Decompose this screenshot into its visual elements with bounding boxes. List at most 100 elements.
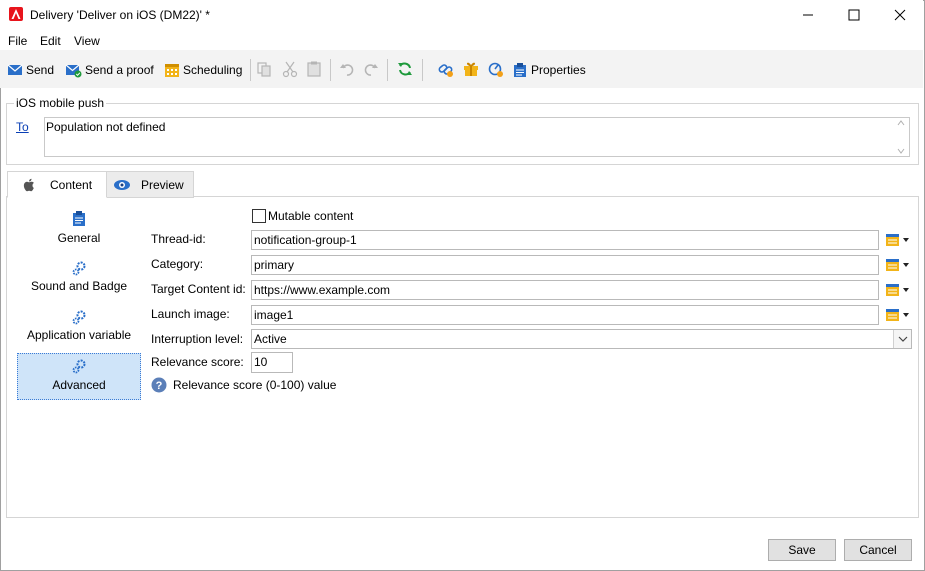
toolbar-separator — [330, 59, 331, 81]
nav-item-sound-and-badge[interactable]: Sound and Badge — [17, 260, 141, 300]
undo-button[interactable] — [338, 60, 356, 78]
apple-icon — [23, 178, 34, 191]
launch-image-field[interactable]: image1 — [251, 305, 879, 325]
nav-item-general-label: General — [57, 231, 101, 245]
recipients-group-title: iOS mobile push — [14, 96, 107, 110]
send-button[interactable]: Send — [7, 61, 54, 79]
gift-icon — [464, 62, 478, 76]
redo-icon — [364, 64, 378, 76]
launch-image-label: Launch image: — [151, 307, 230, 321]
app-logo-icon — [9, 7, 23, 21]
thread-id-field[interactable]: notification-group-1 — [251, 230, 879, 250]
personalize-icon — [886, 234, 909, 246]
redo-button[interactable] — [362, 60, 380, 78]
properties-label: Properties — [531, 63, 586, 77]
nav-item-advanced[interactable]: Advanced — [17, 353, 141, 400]
menu-edit[interactable]: Edit — [40, 34, 61, 48]
nav-item-advanced-label: Advanced — [52, 378, 106, 392]
cut-button[interactable] — [281, 60, 299, 78]
eye-icon — [114, 179, 130, 190]
scroll-down-icon — [897, 148, 905, 154]
category-field[interactable]: primary — [251, 255, 879, 275]
menu-bar: File Edit View — [0, 30, 923, 50]
scheduling-button[interactable]: Scheduling — [164, 61, 242, 79]
interruption-level-label: Interruption level: — [151, 332, 244, 346]
window-title: Delivery 'Deliver on iOS (DM22)' * — [30, 8, 210, 22]
send-proof-label: Send a proof — [85, 63, 154, 77]
nav-item-general[interactable]: General — [17, 210, 141, 250]
thread-id-label: Thread-id: — [151, 232, 206, 246]
maximize-button[interactable] — [831, 0, 877, 30]
paste-icon — [307, 61, 321, 77]
clipboard-icon — [514, 63, 526, 77]
close-icon — [894, 9, 906, 21]
interruption-level-value: Active — [254, 332, 287, 346]
gears-icon — [72, 310, 86, 325]
menu-file[interactable]: File — [8, 34, 27, 48]
svg-text:?: ? — [156, 380, 163, 392]
link-icon — [438, 64, 453, 77]
tab-preview-label: Preview — [141, 177, 184, 192]
recipients-scrollbar[interactable] — [893, 118, 909, 156]
tracking-button[interactable] — [487, 60, 505, 78]
tracking-icon — [488, 62, 503, 77]
copy-button[interactable] — [256, 60, 274, 78]
nav-item-application-label: Application variable — [26, 328, 132, 342]
personalize-icon — [886, 309, 909, 321]
to-link[interactable]: To — [16, 120, 29, 134]
minimize-icon — [803, 14, 813, 16]
toolbar-separator — [250, 59, 251, 81]
target-content-id-field[interactable]: https://www.example.com — [251, 280, 879, 300]
target-content-personalize-button[interactable] — [885, 282, 911, 298]
recipients-textbox[interactable] — [44, 117, 910, 157]
undo-icon — [340, 64, 354, 76]
chevron-down-icon — [898, 336, 907, 342]
target-content-id-label: Target Content id: — [151, 282, 246, 296]
toolbar-separator — [387, 59, 388, 81]
select-dropdown-button[interactable] — [893, 330, 911, 348]
scheduling-label: Scheduling — [183, 63, 243, 77]
clipboard-icon — [73, 211, 85, 226]
properties-button[interactable]: Properties — [512, 61, 586, 79]
tab-content-label: Content — [50, 177, 93, 192]
menu-view[interactable]: View — [74, 34, 100, 48]
send-label: Send — [26, 63, 55, 77]
personalize-icon — [886, 259, 909, 271]
link-button[interactable] — [437, 60, 455, 78]
refresh-button[interactable] — [396, 60, 414, 78]
recipients-value: Population not defined — [46, 120, 166, 134]
gift-button[interactable] — [462, 60, 480, 78]
save-button[interactable]: Save — [768, 539, 836, 561]
help-icon: ? — [151, 377, 167, 393]
send-proof-button[interactable]: Send a proof — [65, 61, 154, 79]
category-label: Category: — [151, 257, 204, 271]
copy-icon — [257, 62, 271, 77]
thread-id-personalize-button[interactable] — [885, 232, 911, 248]
scissors-icon — [282, 61, 298, 78]
mutable-content-label: Mutable content — [268, 209, 354, 223]
toolbar-separator — [422, 59, 423, 81]
proof-envelope-icon — [65, 64, 82, 77]
gears-icon — [72, 359, 86, 374]
relevance-score-label: Relevance score: — [151, 355, 244, 369]
calendar-icon — [165, 64, 179, 77]
nav-item-application-variable[interactable]: Application variable — [17, 309, 141, 349]
tab-preview[interactable]: Preview — [105, 171, 194, 198]
relevance-score-field[interactable]: 10 — [251, 352, 293, 373]
minimize-button[interactable] — [785, 0, 831, 30]
maximize-icon — [848, 9, 860, 21]
mutable-content-checkbox[interactable] — [252, 209, 266, 223]
category-personalize-button[interactable] — [885, 257, 911, 273]
nav-item-sound-label: Sound and Badge — [30, 279, 128, 293]
interruption-level-select[interactable]: Active — [251, 329, 912, 349]
gears-icon — [72, 261, 86, 276]
tab-content[interactable]: Content — [7, 171, 107, 198]
envelope-icon — [7, 64, 23, 75]
paste-button[interactable] — [305, 60, 323, 78]
title-bar: Delivery 'Deliver on iOS (DM22)' * — [0, 0, 923, 30]
launch-image-personalize-button[interactable] — [885, 307, 911, 323]
refresh-icon — [398, 62, 412, 76]
cancel-button[interactable]: Cancel — [844, 539, 912, 561]
personalize-icon — [886, 284, 909, 296]
close-button[interactable] — [877, 0, 923, 30]
